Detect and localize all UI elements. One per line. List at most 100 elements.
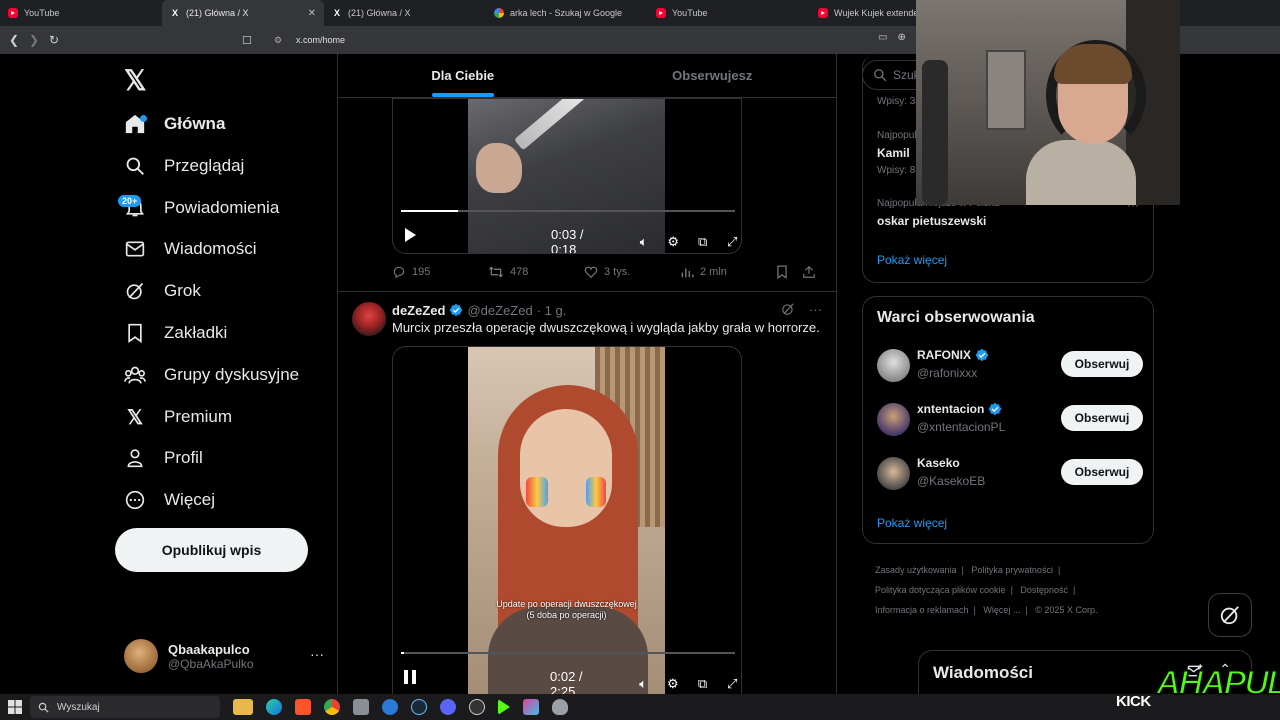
avatar [124, 639, 158, 673]
show-more-trends-link[interactable]: Pokaż więcej [877, 253, 947, 267]
fullscreen-icon[interactable]: ⤢ [723, 675, 741, 693]
discord-icon[interactable] [440, 699, 456, 715]
tab-following[interactable]: Obserwujesz [588, 54, 837, 97]
show-more-follow-link[interactable]: Pokaż więcej [877, 516, 947, 530]
footer-link[interactable]: Dostępność [1020, 585, 1068, 595]
repost-button[interactable]: 478 [488, 265, 584, 279]
close-tab-icon[interactable]: ✕ [308, 8, 316, 19]
nav-grok[interactable]: Grok [124, 275, 201, 307]
bell-icon: 20+ [118, 195, 146, 219]
video-progress-bar[interactable] [401, 210, 735, 212]
suggested-account[interactable]: xntentacion @xntentacionPL Obserwuj [877, 402, 1143, 438]
kick-icon[interactable] [498, 699, 510, 715]
zoom-icon[interactable]: ⊕ [897, 32, 905, 43]
video-frame: Update po operacji dwuszczękowej (5 doba… [468, 347, 665, 694]
nav-more[interactable]: Więcej [124, 484, 215, 516]
fullscreen-icon[interactable]: ⤢ [723, 233, 741, 251]
nav-messages[interactable]: Wiadomości [124, 233, 257, 265]
grok-floating-button[interactable] [1208, 593, 1252, 637]
browser-tab[interactable]: YouTube [0, 0, 162, 26]
google-icon [494, 8, 504, 18]
brave-icon[interactable] [295, 699, 311, 715]
forward-icon[interactable]: ❯ [24, 30, 44, 50]
follow-button[interactable]: Obserwuj [1061, 459, 1143, 485]
footer-link[interactable]: Polityka prywatności [971, 565, 1053, 575]
trend-name[interactable]: Kamil [877, 146, 910, 160]
volume-icon[interactable]: 🔈︎ [635, 233, 653, 251]
share-button[interactable] [802, 265, 822, 279]
pause-button[interactable] [403, 669, 417, 685]
nav-communities[interactable]: Grupy dyskusyjne [124, 359, 299, 391]
browser-tab-active[interactable]: X (21) Główna / X ✕ [162, 0, 324, 26]
tab-for-you[interactable]: Dla Ciebie [338, 54, 588, 97]
footer-link[interactable]: Informacja o reklamach [875, 605, 969, 615]
bookmark-page-icon[interactable]: ☐ [242, 34, 256, 47]
reload-icon[interactable]: ↻ [44, 30, 64, 50]
verified-badge-icon [975, 348, 989, 362]
app-icon[interactable] [523, 699, 539, 715]
browser-tab[interactable]: YouTube [648, 0, 810, 26]
steam-icon[interactable] [411, 699, 427, 715]
windows-start-icon[interactable] [0, 694, 30, 720]
obs-icon[interactable] [469, 699, 485, 715]
address-bar[interactable]: ☐ ⚙ x.com/home [242, 30, 922, 50]
taskbar-search-placeholder: Wyszukaj [57, 701, 100, 713]
more-icon[interactable]: ··· [809, 302, 822, 317]
nav-notifications[interactable]: 20+ Powiadomienia [118, 192, 279, 224]
app-icon[interactable] [353, 699, 369, 715]
suggested-account[interactable]: RAFONIX @rafonixxx Obserwuj [877, 348, 1143, 384]
repost-icon [488, 266, 504, 278]
more-icon[interactable]: ··· [310, 646, 324, 662]
nav-premium[interactable]: 𝕏 Premium [124, 401, 232, 433]
x-logo-icon[interactable]: 𝕏 [124, 64, 147, 97]
follow-button[interactable]: Obserwuj [1061, 351, 1143, 377]
settings-icon[interactable]: ⚙ [664, 233, 682, 251]
browser-tab[interactable]: X (21) Główna / X [324, 0, 486, 26]
avatar[interactable] [352, 302, 386, 336]
footer-link[interactable]: Polityka dotycząca plików cookie [875, 585, 1006, 595]
post-button[interactable]: Opublikuj wpis [115, 528, 308, 572]
author-handle[interactable]: @deZeZed [467, 303, 532, 318]
search-icon [874, 69, 887, 82]
account-switcher[interactable]: Qbaakapulco @QbaAkaPulko ··· [124, 638, 324, 674]
browser-tab[interactable]: arka lech - Szukaj w Google [486, 0, 648, 26]
video-player[interactable]: 0:03 / 0:18 🔈︎ ⚙ ⧉ ⤢ [392, 98, 742, 254]
footer-link[interactable]: Więcej ... [983, 605, 1020, 615]
like-button[interactable]: 3 tys. [584, 265, 680, 279]
taskbar-search[interactable]: Wyszukaj [30, 696, 220, 718]
nav-explore[interactable]: Przeglądaj [124, 150, 244, 182]
chrome-icon[interactable] [324, 699, 340, 715]
nav-home[interactable]: Główna [124, 108, 225, 140]
back-icon[interactable]: ❮ [4, 30, 24, 50]
footer-link[interactable]: Zasady użytkowania [875, 565, 957, 575]
webcam-scene [1026, 140, 1136, 205]
follow-button[interactable]: Obserwuj [1061, 405, 1143, 431]
app-icon[interactable] [382, 699, 398, 715]
bookmark-icon [777, 265, 787, 279]
trend-name[interactable]: oskar pietuszewski [877, 214, 986, 228]
views-button[interactable]: 2 mln [680, 265, 776, 279]
video-progress-fill [401, 652, 405, 654]
nav-profile[interactable]: Profil [124, 442, 203, 474]
file-explorer-icon[interactable] [233, 699, 253, 715]
volume-icon[interactable]: 🔈︎ [634, 675, 652, 693]
settings-icon[interactable]: ⚙ [664, 675, 682, 693]
pip-icon[interactable]: ⧉ [694, 675, 712, 693]
site-info-icon[interactable]: ⚙ [274, 35, 286, 46]
suggested-handle: @xntentacionPL [917, 420, 1006, 434]
bookmark-button[interactable] [776, 265, 802, 279]
video-player[interactable]: Update po operacji dwuszczękowej (5 doba… [392, 346, 742, 694]
nav-bookmarks[interactable]: Zakładki [124, 317, 227, 349]
media-icon[interactable]: ▭ [878, 32, 887, 43]
author-name[interactable]: deZeZed [392, 303, 445, 318]
grok-icon[interactable] [781, 302, 795, 316]
reply-button[interactable]: 195 [392, 265, 488, 279]
suggested-account[interactable]: Kaseko @KasekoEB Obserwuj [877, 456, 1143, 492]
play-button[interactable] [403, 227, 417, 243]
video-progress-bar[interactable] [401, 652, 735, 654]
post-time[interactable]: · 1 g. [537, 303, 567, 318]
youtube-icon [818, 8, 828, 18]
pip-icon[interactable]: ⧉ [694, 233, 712, 251]
edge-icon[interactable] [266, 699, 282, 715]
app-icon[interactable] [552, 699, 568, 715]
